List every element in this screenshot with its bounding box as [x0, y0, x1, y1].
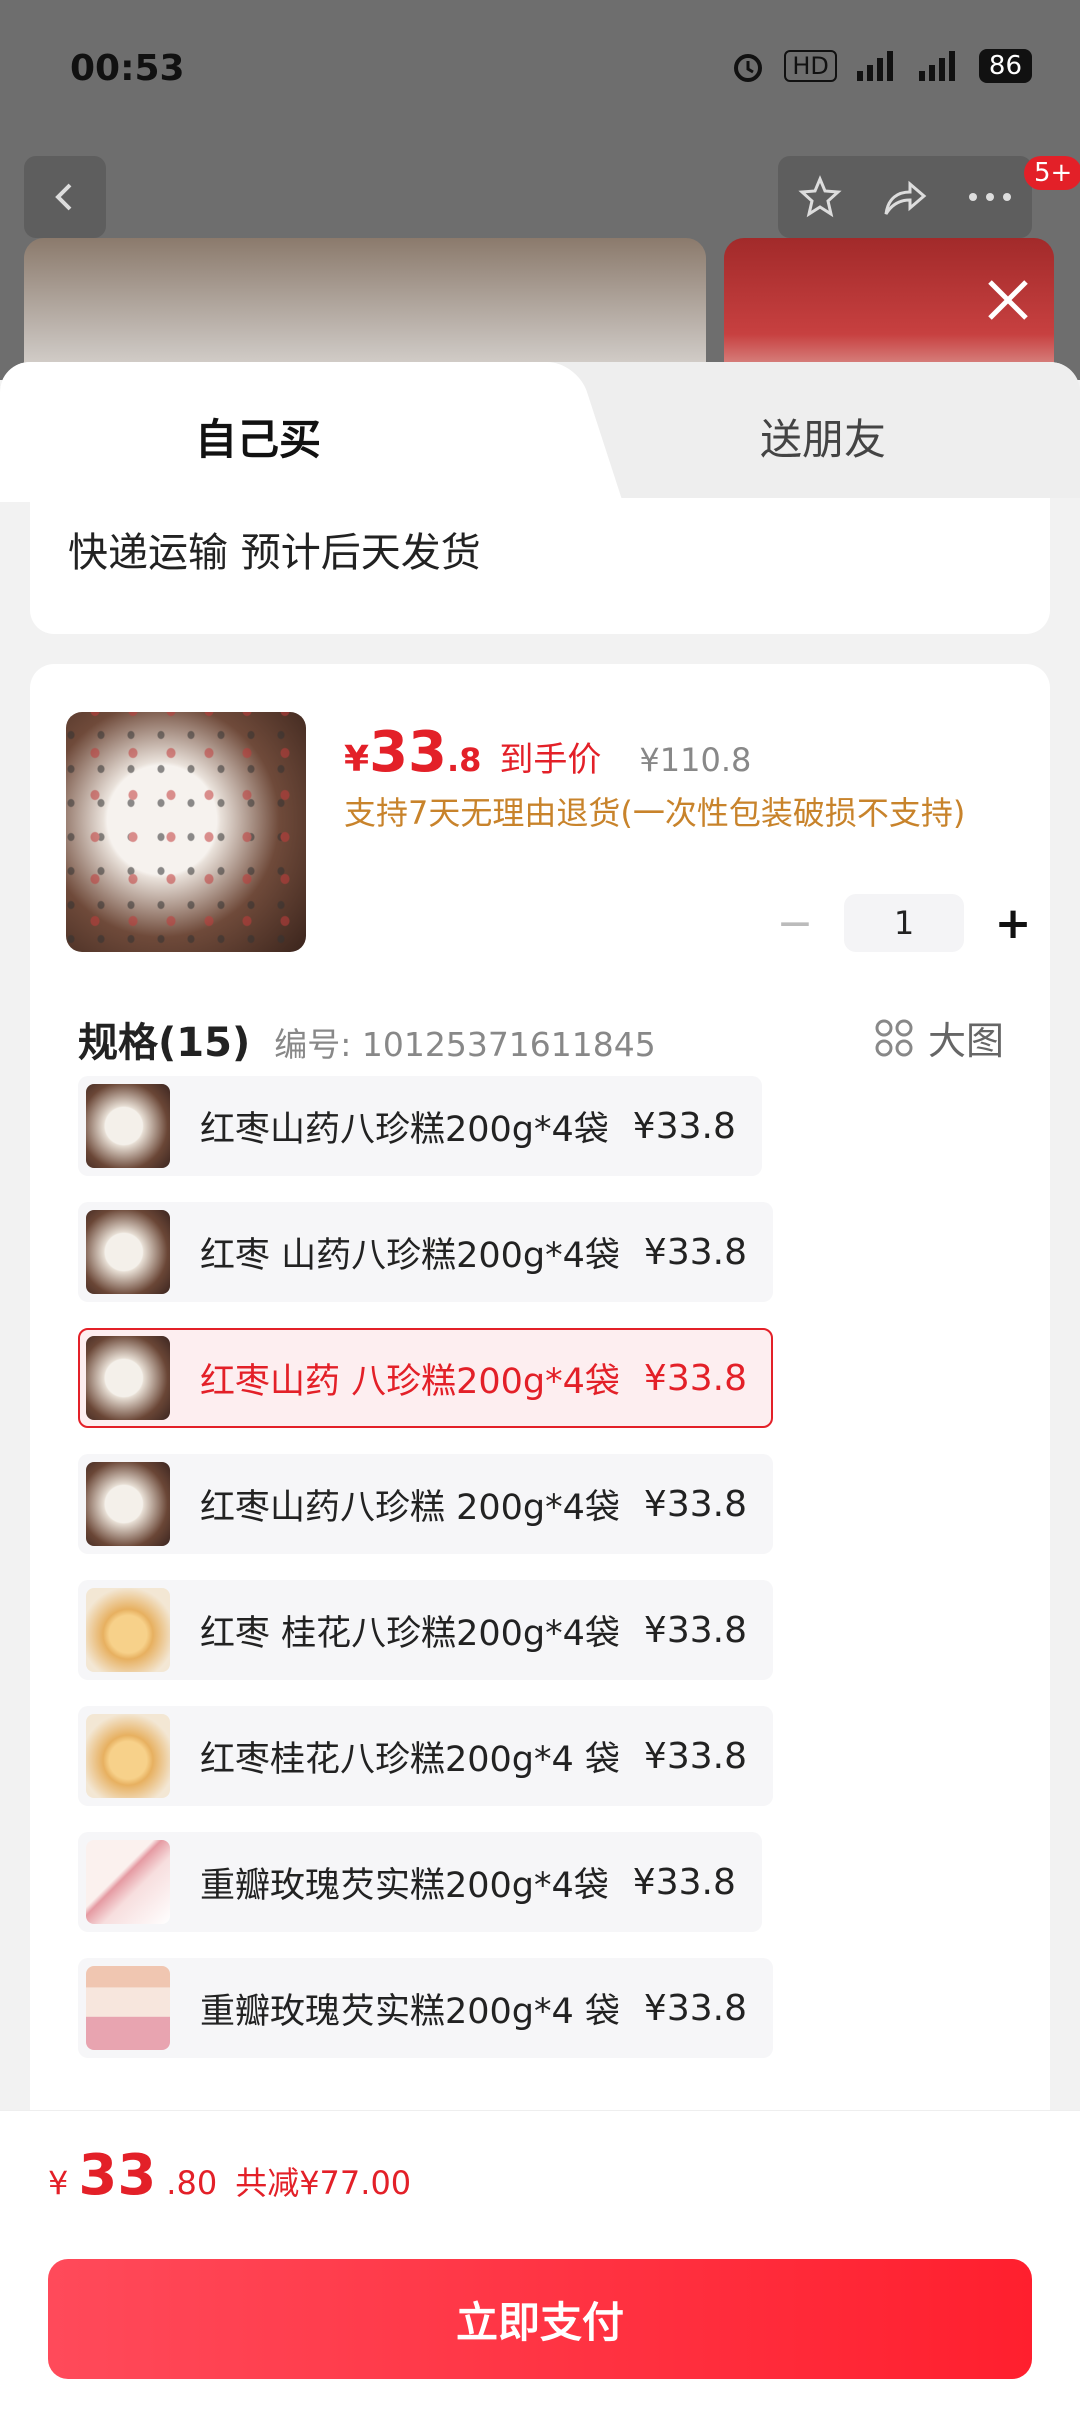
variant-option[interactable]: 红枣桂花八珍糕200g*4 袋 ¥33.8	[78, 1706, 773, 1806]
price-line: ¥33.8 到手价 ¥110.8	[344, 720, 751, 785]
variant-option[interactable]: 红枣 桂花八珍糕200g*4袋 ¥33.8	[78, 1580, 773, 1680]
grid-icon	[875, 1019, 913, 1056]
alarm-icon	[734, 54, 763, 82]
variant-name: 红枣山药 八珍糕200g*4袋	[200, 1361, 620, 1402]
status-icons: HD 86	[730, 48, 1032, 84]
variant-thumb	[86, 1588, 170, 1672]
spec-header: 规格(15) 编号: 10125371611845	[78, 1010, 656, 1068]
variant-price: ¥33.8	[643, 1987, 747, 2029]
variant-price: ¥33.8	[643, 1231, 747, 1273]
variant-name: 红枣山药八珍糕 200g*4袋	[200, 1487, 620, 1528]
original-price: ¥110.8	[639, 741, 752, 779]
variant-option[interactable]: 红枣山药八珍糕 200g*4袋 ¥33.8	[78, 1454, 773, 1554]
variant-thumb	[86, 1714, 170, 1798]
variant-name: 红枣 桂花八珍糕200g*4袋	[200, 1613, 620, 1654]
variant-thumb	[86, 1210, 170, 1294]
variant-thumb	[86, 1336, 170, 1420]
savings-text: 共减¥77.00	[235, 2164, 412, 2202]
increase-button[interactable]: +	[988, 898, 1038, 949]
signal-icon-2	[918, 51, 955, 81]
variant-name: 重瓣玫瑰芡实糕200g*4袋	[200, 1865, 609, 1906]
close-icon[interactable]	[980, 272, 1036, 328]
variant-name: 红枣桂花八珍糕200g*4 袋	[200, 1739, 620, 1780]
product-code: 编号: 10125371611845	[274, 1025, 656, 1064]
shipping-card: 快递运输 预计后天发货	[30, 498, 1050, 634]
product-image[interactable]	[66, 712, 306, 952]
variant-price: ¥33.8	[643, 1357, 747, 1399]
total-price: ¥ 33 .80 共减¥77.00	[48, 2143, 412, 2208]
more-icon[interactable]	[967, 187, 1013, 207]
variant-option[interactable]: 红枣山药八珍糕200g*4袋 ¥33.8	[78, 1076, 762, 1176]
status-time: 00:53	[70, 48, 185, 89]
variant-price: ¥33.8	[632, 1861, 736, 1903]
variant-option-selected[interactable]: 红枣山药 八珍糕200g*4袋 ¥33.8	[78, 1328, 773, 1428]
big-view-button[interactable]: 大图	[874, 1010, 1004, 1065]
variant-name: 红枣山药八珍糕200g*4袋	[200, 1109, 609, 1150]
back-button[interactable]	[24, 156, 106, 238]
variant-price: ¥33.8	[632, 1105, 736, 1147]
variant-option[interactable]: 重瓣玫瑰芡实糕200g*4袋 ¥33.8	[78, 1832, 762, 1932]
pay-now-button[interactable]: 立即支付	[48, 2259, 1032, 2379]
variant-option[interactable]: 红枣 山药八珍糕200g*4袋 ¥33.8	[78, 1202, 773, 1302]
variant-name: 红枣 山药八珍糕200g*4袋	[200, 1235, 620, 1276]
variant-thumb	[86, 1084, 170, 1168]
tab-gift-label[interactable]: 送朋友	[760, 406, 886, 467]
current-price: ¥33.8	[344, 720, 482, 785]
variant-price: ¥33.8	[643, 1609, 747, 1651]
status-bar: 00:53 HD 86	[0, 0, 1080, 140]
variant-price: ¥33.8	[643, 1483, 747, 1525]
notification-badge: 5+	[1024, 156, 1080, 190]
variant-thumb	[86, 1840, 170, 1924]
big-view-label: 大图	[927, 1019, 1004, 1063]
purchase-sheet: 自己买 送朋友 快递运输 预计后天发货 ¥33.8 到手价 ¥110.8 支持7…	[0, 362, 1080, 2412]
top-actions	[778, 156, 1032, 238]
signal-icon	[856, 51, 893, 81]
chevron-left-icon	[55, 183, 72, 211]
variant-price: ¥33.8	[643, 1735, 747, 1777]
variant-thumb	[86, 1462, 170, 1546]
tab-self-buy-label[interactable]: 自己买	[195, 406, 321, 467]
price-tag: 到手价	[499, 740, 602, 780]
variant-option[interactable]: 重瓣玫瑰芡实糕200g*4 袋 ¥33.8	[78, 1958, 773, 2058]
checkout-bar: ¥ 33 .80 共减¥77.00 立即支付	[0, 2110, 1080, 2412]
decrease-button[interactable]: −	[770, 898, 820, 949]
quantity-value[interactable]: 1	[844, 894, 964, 952]
variant-name: 重瓣玫瑰芡实糕200g*4 袋	[200, 1991, 620, 2032]
return-policy: 支持7天无理由退货(一次性包装破损不支持)	[344, 794, 966, 832]
share-icon[interactable]	[880, 174, 930, 220]
hd-badge: HD	[784, 50, 837, 82]
star-icon[interactable]	[797, 174, 843, 220]
battery-level: 86	[978, 49, 1032, 83]
quantity-stepper: − 1 +	[770, 894, 1038, 952]
variant-thumb	[86, 1966, 170, 2050]
spec-title: 规格(15)	[78, 1020, 251, 1066]
shipping-text: 快递运输 预计后天发货	[68, 530, 481, 576]
tab-bar: 自己买 送朋友	[0, 362, 1080, 502]
